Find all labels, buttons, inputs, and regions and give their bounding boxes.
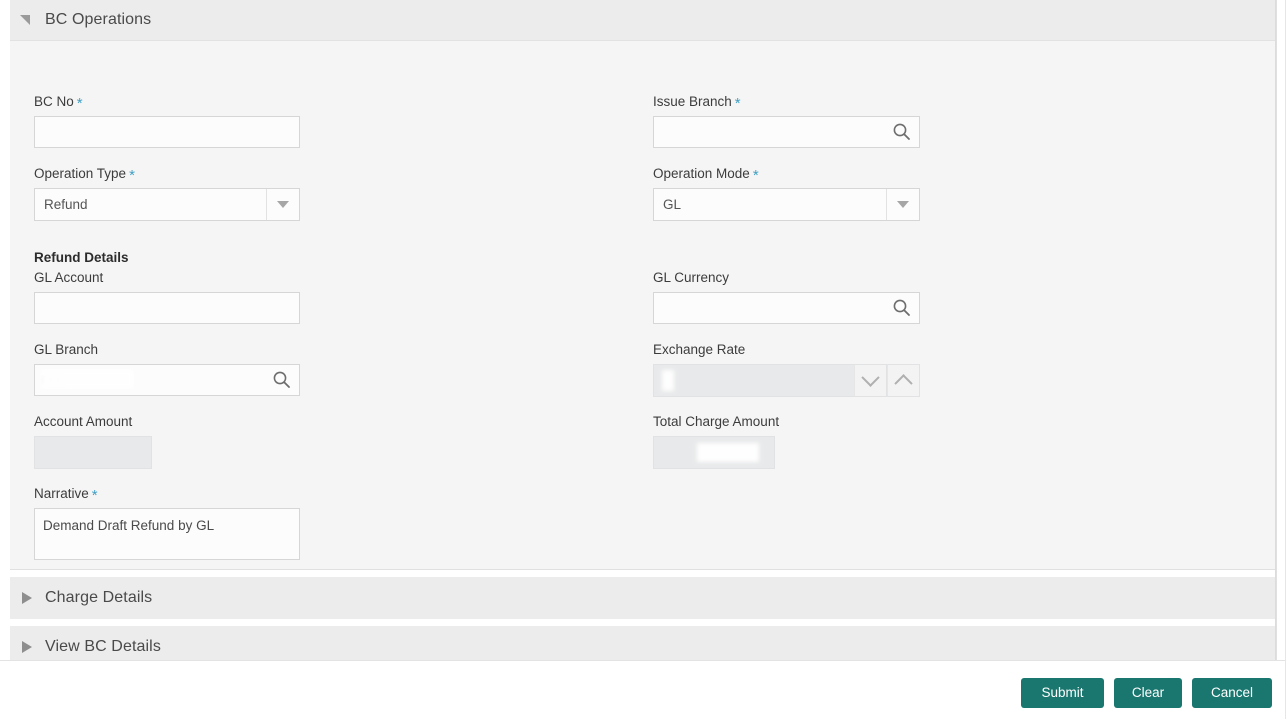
gl-currency-label: GL Currency: [653, 270, 730, 285]
search-icon[interactable]: [892, 298, 911, 317]
chevron-down-icon: [861, 368, 880, 387]
operation-mode-label: Operation Mode *: [653, 166, 759, 184]
narrative-textarea[interactable]: [34, 508, 300, 560]
triangle-down-icon[interactable]: [19, 12, 35, 28]
field-bc-no: BC No *: [34, 93, 300, 148]
field-account-amount: Account Amount: [34, 413, 152, 469]
gl-account-input[interactable]: [34, 292, 300, 324]
exchange-rate-redaction-overlay: [662, 370, 674, 391]
search-icon[interactable]: [272, 370, 291, 389]
clear-button[interactable]: Clear: [1114, 678, 1182, 708]
chevron-down-icon: [897, 201, 909, 208]
view-bc-details-label: View BC Details: [45, 638, 161, 655]
field-gl-account: GL Account: [34, 269, 300, 324]
gl-branch-redaction-overlay: [41, 370, 133, 388]
footer-action-bar: Submit Clear Cancel: [0, 660, 1286, 719]
triangle-right-icon[interactable]: [19, 639, 35, 655]
exchange-rate-input: [653, 364, 854, 397]
charge-details-label: Charge Details: [45, 589, 153, 606]
issue-branch-label: Issue Branch *: [653, 94, 741, 112]
gl-branch-label: GL Branch: [34, 342, 99, 357]
required-marker: *: [752, 167, 759, 184]
required-marker: *: [91, 487, 98, 504]
operation-mode-select[interactable]: GL: [653, 188, 920, 221]
field-narrative: Narrative *: [34, 485, 300, 563]
account-amount-label: Account Amount: [34, 414, 133, 429]
triangle-right-icon[interactable]: [19, 590, 35, 606]
gl-branch-input-wrap: 000: [34, 364, 300, 396]
panel-wrapper: BC Operations BC No * Issue Branch * Ope…: [10, 0, 1276, 660]
bc-no-label: BC No *: [34, 94, 83, 112]
accordion-header-view-bc-details[interactable]: View BC Details: [10, 626, 1275, 660]
field-total-charge-amount: Total Charge Amount: [653, 413, 779, 469]
gl-account-label: GL Account: [34, 270, 104, 285]
account-amount-value: [34, 436, 152, 469]
total-charge-amount-label: Total Charge Amount: [653, 414, 780, 429]
exchange-rate-stepper[interactable]: [653, 364, 920, 397]
issue-branch-input[interactable]: [653, 116, 920, 148]
content-right-edge: [1276, 0, 1277, 660]
content-scroll-region: BC Operations BC No * Issue Branch * Ope…: [0, 0, 1286, 660]
narrative-label: Narrative *: [34, 486, 98, 504]
gl-currency-input-wrap: [653, 292, 920, 324]
cancel-button[interactable]: Cancel: [1192, 678, 1272, 708]
chevron-down-icon: [277, 201, 289, 208]
field-gl-branch: GL Branch 000: [34, 341, 300, 396]
exchange-rate-increment-button[interactable]: [887, 364, 920, 397]
section-label-refund-details: Refund Details: [34, 250, 129, 265]
exchange-rate-decrement-button[interactable]: [854, 364, 887, 397]
footer-buttons: Submit Clear Cancel: [1021, 678, 1272, 708]
field-issue-branch: Issue Branch *: [653, 93, 920, 148]
operation-type-value: Refund: [44, 197, 88, 212]
submit-button[interactable]: Submit: [1021, 678, 1104, 708]
field-exchange-rate: Exchange Rate: [653, 341, 920, 397]
exchange-rate-label: Exchange Rate: [653, 342, 746, 357]
accordion-header-charge-details[interactable]: Charge Details: [10, 577, 1275, 619]
operation-type-label: Operation Type *: [34, 166, 135, 184]
chevron-up-icon: [894, 374, 913, 393]
field-operation-mode: Operation Mode * GL: [653, 165, 920, 221]
required-marker: *: [734, 95, 741, 112]
search-icon[interactable]: [892, 122, 911, 141]
required-marker: *: [129, 167, 135, 184]
bc-operations-page: BC Operations BC No * Issue Branch * Ope…: [0, 0, 1286, 719]
field-operation-type: Operation Type * Refund: [34, 165, 300, 221]
page-title: BC Operations: [45, 11, 152, 28]
bc-no-input[interactable]: [34, 116, 300, 148]
accordion-header-bc-operations[interactable]: BC Operations: [10, 0, 1275, 41]
required-marker: *: [76, 95, 83, 112]
operation-type-select[interactable]: Refund: [34, 188, 300, 221]
total-charge-amount-value: [653, 436, 775, 469]
form-grid: BC No * Issue Branch * Operation Type * …: [10, 55, 1275, 560]
operation-type-dropdown-button[interactable]: [266, 189, 299, 220]
gl-currency-input[interactable]: [653, 292, 920, 324]
accordion-body-bc-operations: BC No * Issue Branch * Operation Type * …: [10, 41, 1275, 570]
operation-mode-dropdown-button[interactable]: [886, 189, 919, 220]
field-gl-currency: GL Currency: [653, 269, 920, 324]
total-charge-amount-redaction-overlay: [697, 443, 759, 462]
operation-mode-value: GL: [663, 197, 682, 212]
issue-branch-input-wrap: [653, 116, 920, 148]
